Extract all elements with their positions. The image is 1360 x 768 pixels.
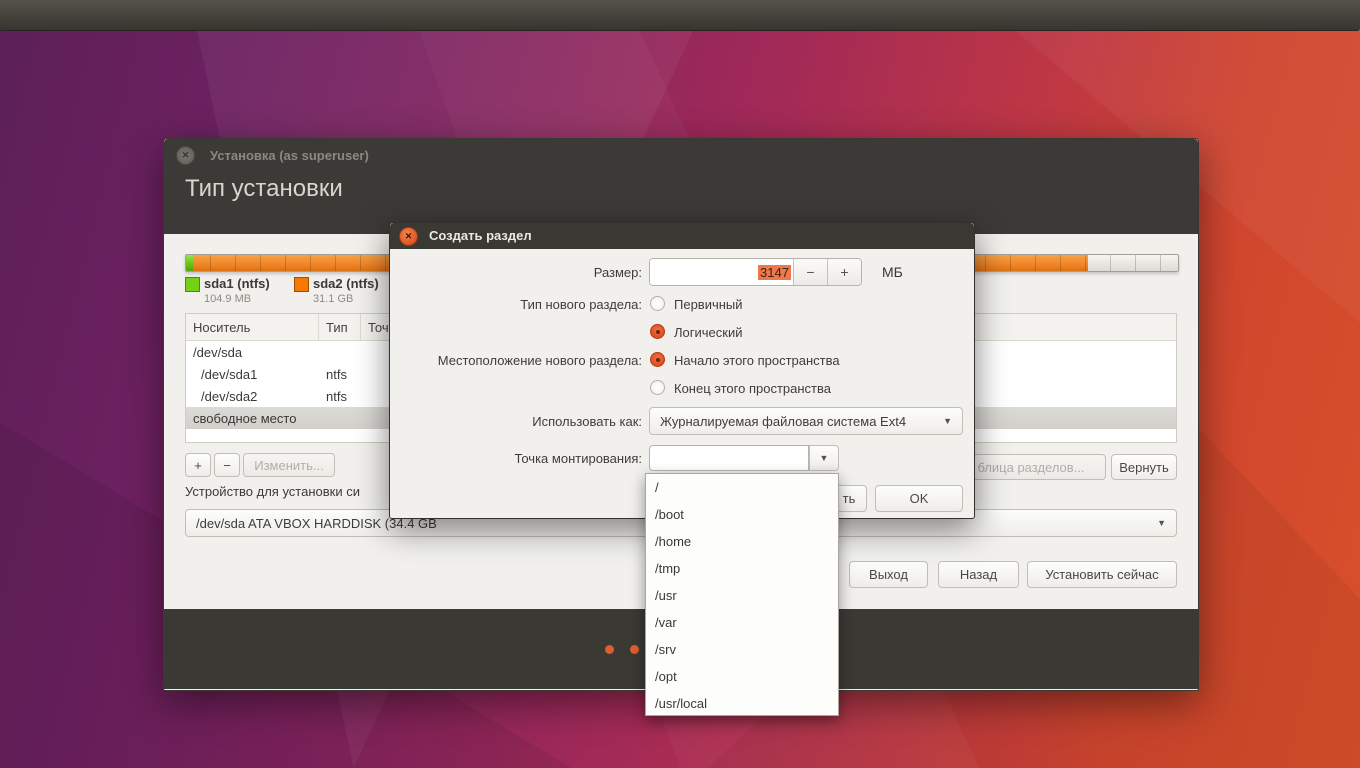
cell-type: ntfs bbox=[326, 388, 347, 404]
size-unit-label: МБ bbox=[882, 264, 903, 280]
cell-type: ntfs bbox=[326, 366, 347, 382]
legend-label-sda2: sda2 (ntfs) bbox=[313, 276, 379, 291]
cell-device: /dev/sda2 bbox=[201, 388, 258, 404]
top-panel bbox=[0, 0, 1360, 31]
chevron-down-icon: ▼ bbox=[1157, 518, 1166, 528]
radio-beginning-label[interactable]: Начало этого пространства bbox=[674, 353, 840, 368]
size-input[interactable]: 3147 bbox=[650, 259, 793, 285]
dropdown-item[interactable]: /home bbox=[646, 528, 838, 555]
legend-swatch-sda2 bbox=[294, 277, 309, 292]
use-as-label: Использовать как: bbox=[532, 414, 642, 429]
radio-primary[interactable] bbox=[650, 296, 665, 311]
dropdown-item[interactable]: /usr/local bbox=[646, 690, 838, 717]
window-close-icon[interactable]: ✕ bbox=[176, 146, 195, 165]
radio-logical[interactable] bbox=[650, 324, 665, 339]
column-header-type[interactable]: Тип bbox=[319, 314, 361, 340]
size-label: Размер: bbox=[593, 265, 642, 280]
desktop: ✕ Установка (as superuser) Тип установки… bbox=[0, 0, 1360, 768]
radio-beginning[interactable] bbox=[650, 352, 665, 367]
dropdown-item[interactable]: /var bbox=[646, 609, 838, 636]
dialog-close-icon[interactable]: ✕ bbox=[399, 227, 418, 246]
dialog-title: Создать раздел bbox=[429, 228, 532, 243]
radio-end[interactable] bbox=[650, 380, 665, 395]
dropdown-item[interactable]: /boot bbox=[646, 501, 838, 528]
use-as-combobox[interactable]: Журналируемая файловая система Ext4 ▼ bbox=[649, 407, 963, 435]
progress-dot bbox=[630, 645, 639, 654]
revert-button[interactable]: Вернуть bbox=[1111, 454, 1177, 480]
size-value-selected: 3147 bbox=[758, 264, 791, 280]
radio-logical-label[interactable]: Логический bbox=[674, 325, 742, 340]
mount-point-dropdown-button[interactable]: ▼ bbox=[809, 445, 839, 471]
change-partition-button[interactable]: Изменить... bbox=[243, 453, 335, 477]
window-title: Установка (as superuser) bbox=[210, 148, 369, 163]
size-spinbox: 3147 − + bbox=[649, 258, 862, 286]
legend-size-sda1: 104.9 MB bbox=[204, 293, 252, 305]
dropdown-item[interactable]: /opt bbox=[646, 663, 838, 690]
chevron-down-icon: ▼ bbox=[819, 453, 829, 463]
ok-button[interactable]: OK bbox=[875, 485, 963, 512]
remove-partition-button[interactable]: − bbox=[214, 453, 240, 477]
dropdown-item[interactable]: /usr bbox=[646, 582, 838, 609]
dropdown-item[interactable]: /tmp bbox=[646, 555, 838, 582]
cell-device: /dev/sda1 bbox=[201, 366, 258, 382]
new-partition-location-label: Местоположение нового раздела: bbox=[437, 353, 642, 368]
progress-dot bbox=[605, 645, 614, 654]
dropdown-item[interactable]: / bbox=[646, 474, 838, 501]
cell-device: свободное место bbox=[193, 410, 297, 426]
radio-primary-label[interactable]: Первичный bbox=[674, 297, 743, 312]
add-partition-button[interactable]: + bbox=[185, 453, 211, 477]
quit-button[interactable]: Выход bbox=[849, 561, 928, 588]
legend-swatch-sda1 bbox=[185, 277, 200, 292]
dialog-titlebar[interactable]: ✕ Создать раздел bbox=[390, 223, 974, 249]
new-partition-table-button[interactable]: блица разделов... bbox=[956, 454, 1106, 480]
installer-header: ✕ Установка (as superuser) Тип установки bbox=[164, 139, 1198, 234]
mount-point-input[interactable] bbox=[649, 445, 809, 471]
mount-point-dropdown-list: / /boot /home /tmp /usr /var /srv /opt /… bbox=[645, 473, 839, 716]
use-as-value: Журналируемая файловая система Ext4 bbox=[660, 413, 907, 429]
page-title: Тип установки bbox=[185, 175, 343, 202]
mount-point-label: Точка монтирования: bbox=[514, 451, 642, 466]
cell-device: /dev/sda bbox=[193, 344, 243, 360]
chevron-down-icon: ▼ bbox=[943, 416, 952, 426]
radio-end-label[interactable]: Конец этого пространства bbox=[674, 381, 831, 396]
dropdown-item[interactable]: /srv bbox=[646, 636, 838, 663]
boot-device-label: Устройство для установки си bbox=[185, 484, 360, 499]
legend-label-sda1: sda1 (ntfs) bbox=[204, 276, 270, 291]
new-partition-type-label: Тип нового раздела: bbox=[520, 297, 642, 312]
size-increment-button[interactable]: + bbox=[826, 259, 861, 285]
column-header-device[interactable]: Носитель bbox=[186, 314, 319, 340]
legend-size-sda2: 31.1 GB bbox=[313, 293, 354, 305]
install-now-button[interactable]: Установить сейчас bbox=[1027, 561, 1177, 588]
back-button[interactable]: Назад bbox=[938, 561, 1019, 588]
size-decrement-button[interactable]: − bbox=[792, 259, 827, 285]
